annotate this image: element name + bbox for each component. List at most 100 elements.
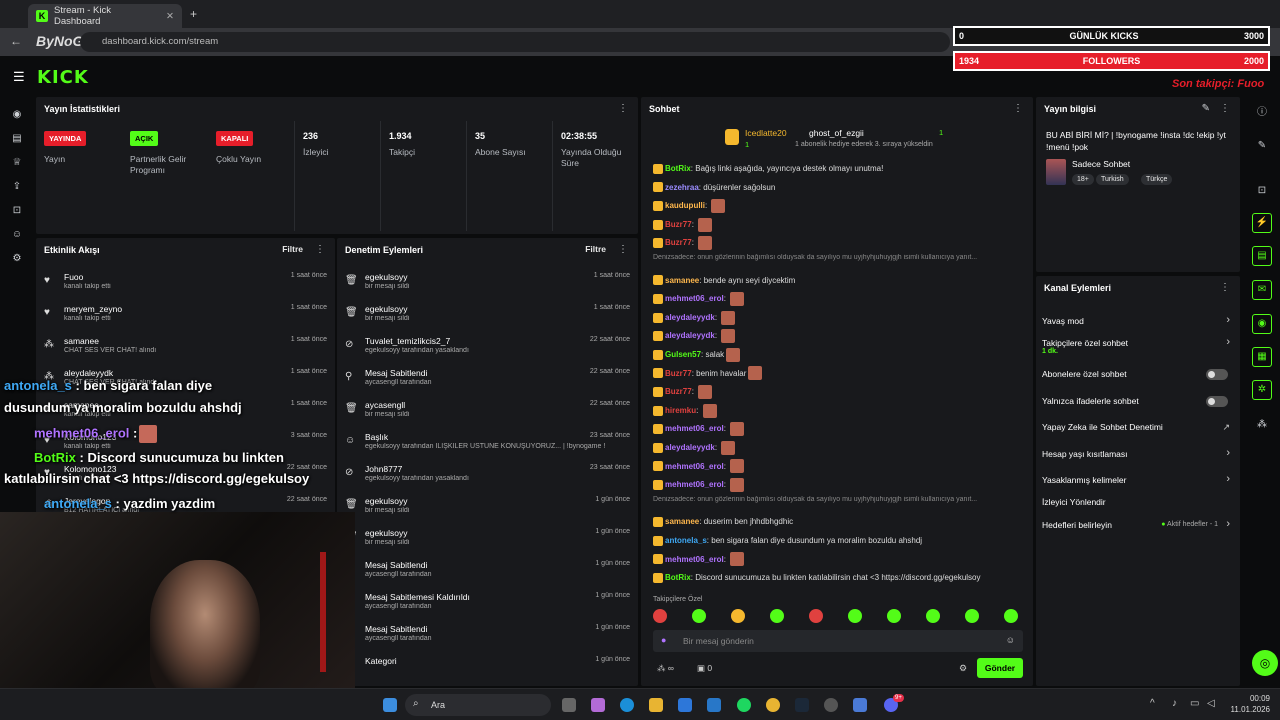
emote-icon[interactable] [848, 609, 862, 623]
app-icon[interactable] [853, 698, 867, 712]
windows-start-icon[interactable] [383, 698, 397, 712]
toggle-switch[interactable] [1206, 396, 1228, 407]
new-tab-icon[interactable]: + [190, 7, 197, 21]
chat-username[interactable]: antonela_s [665, 536, 707, 545]
tag[interactable]: Turkish [1096, 174, 1129, 185]
chat-settings-icon[interactable]: ⚙ [959, 663, 967, 674]
url-field[interactable]: dashboard.kick.com/stream [80, 32, 950, 52]
moderation-row[interactable]: 🗑 aycasengll bir mesajı sildi 22 saat ön… [337, 396, 638, 428]
clock-date[interactable]: 11.01.2026 [1226, 705, 1270, 714]
obs-icon[interactable] [824, 698, 838, 712]
chat-username[interactable]: samanee [665, 517, 699, 526]
back-icon[interactable]: ← [10, 34, 22, 48]
more-icon[interactable]: ⋮ [618, 103, 628, 114]
moderation-row[interactable]: ⚲ Mesaj Sabitlemesi Kaldırıldı aycasengl… [337, 588, 638, 620]
menu-icon[interactable]: ☰ [13, 69, 25, 85]
chat-username[interactable]: samanee [665, 276, 699, 285]
network-icon[interactable]: ▭ [1190, 698, 1199, 709]
pencil-icon[interactable]: ✎ [1255, 139, 1269, 153]
emote-icon[interactable] [653, 609, 667, 623]
moderation-row[interactable]: 🗑 egekulsoyy bir mesajı sildi 1 saat önc… [337, 300, 638, 332]
mic-icon[interactable]: ● [661, 635, 666, 645]
settings-icon[interactable]: ⚙ [10, 252, 24, 266]
chevron-right-icon[interactable]: › [1226, 336, 1230, 348]
chat-username[interactable]: Buzr77 [665, 238, 692, 247]
moderation-row[interactable]: ⚲ Mesaj Sabitlendi aycasengll tarafından… [337, 364, 638, 396]
stream-icon[interactable]: ◉ [10, 108, 24, 122]
chat-username[interactable]: Buzr77 [665, 387, 692, 396]
edge-icon[interactable] [620, 698, 634, 712]
chat-message[interactable]: mehmet06_erol: [653, 459, 745, 475]
more-icon[interactable]: ⋮ [1220, 282, 1230, 293]
explorer-icon[interactable] [649, 698, 663, 712]
chat-username[interactable]: BotRix [665, 164, 691, 173]
document-icon[interactable]: ▤ [1252, 246, 1272, 266]
chat-message[interactable]: Buzr77: [653, 235, 713, 251]
toggle-switch[interactable] [1206, 369, 1228, 380]
copilot-icon[interactable] [591, 698, 605, 712]
kick-logo[interactable]: KICK [37, 67, 89, 88]
chat-username[interactable]: mehmet06_erol [665, 480, 724, 489]
broadcast-icon[interactable]: ◉ [1252, 314, 1272, 334]
clock-time[interactable]: 00:09 [1234, 694, 1270, 703]
chat-message[interactable]: samanee: duserim ben jhhdbhgdhic [653, 514, 793, 530]
nodes-icon[interactable]: ⁂ [1255, 418, 1269, 432]
more-icon[interactable]: ⋮ [315, 244, 325, 255]
tag[interactable]: Türkçe [1141, 174, 1173, 185]
chat-message[interactable]: BotRix: Discord sunucumuza bu linkten ka… [653, 570, 981, 586]
chat-message[interactable]: samanee: bende aynı seyi diycektim [653, 273, 795, 289]
tag[interactable]: 18+ [1072, 174, 1094, 185]
chat-message[interactable]: aleydaleyydk: [653, 440, 736, 456]
chat-username[interactable]: Gulsen57 [665, 350, 701, 359]
emote-icon[interactable] [731, 609, 745, 623]
channel-action-item[interactable]: Hesap yaşı kısıtlaması [1042, 449, 1232, 459]
chat-message[interactable]: hiremku: [653, 403, 717, 419]
external-link-icon[interactable]: ↗ [1222, 422, 1230, 433]
emote-icon[interactable] [809, 609, 823, 623]
emote-icon[interactable] [887, 609, 901, 623]
volume-icon[interactable]: ◁ [1207, 698, 1215, 709]
mail-icon[interactable] [707, 698, 721, 712]
chat-username[interactable]: aleydaleyydk [665, 443, 715, 452]
chat-message[interactable]: aleydaleyydk: [653, 328, 736, 344]
chat-message[interactable]: Buzr77: benim havalar [653, 366, 763, 382]
chat-message[interactable]: kaudupulli: [653, 198, 726, 214]
emote-icon[interactable] [770, 609, 784, 623]
chat-message[interactable]: Buzr77: [653, 384, 713, 400]
moderation-row[interactable]: ⊘ John8777 egekulsoyy tarafından yasakla… [337, 460, 638, 492]
info-icon[interactable]: ⓘ [1255, 106, 1269, 120]
channel-action-item[interactable]: Yapay Zeka ile Sohbet Denetimi [1042, 422, 1232, 432]
scan-icon[interactable]: ⊡ [10, 204, 24, 218]
send-button[interactable]: Gönder [977, 658, 1023, 678]
chat-message[interactable]: mehmet06_erol: [653, 477, 745, 493]
support-icon[interactable]: ◎ [1252, 650, 1278, 676]
moderation-row[interactable]: ⚲ Mesaj Sabitlendi aycasengll tarafından… [337, 556, 638, 588]
emote-icon[interactable] [965, 609, 979, 623]
chat-message[interactable]: zezehraa: düşürenler sağolsun [653, 180, 775, 196]
task-view-icon[interactable] [562, 698, 576, 712]
tray-chevron-icon[interactable]: ^ [1150, 698, 1155, 709]
chat-username[interactable]: BotRix [665, 573, 691, 582]
chat-username[interactable]: hiremku [665, 406, 696, 415]
chat-username[interactable]: mehmet06_erol [665, 424, 724, 433]
chrome-icon[interactable] [766, 698, 780, 712]
chat-input[interactable]: ● Bir mesaj gönderin ☺ [653, 630, 1023, 652]
emote-icon[interactable] [1004, 609, 1018, 623]
expand-icon[interactable]: ⊡ [1255, 184, 1269, 198]
moderation-row[interactable]: 🗑 egekulsoyy bir mesajı sildi 1 gün önce [337, 492, 638, 524]
activity-row[interactable]: ⁂ samanee CHAT SES VER CHAT! alındı 1 sa… [36, 332, 335, 364]
channel-action-item[interactable]: Yavaş mod [1042, 316, 1232, 326]
trophy-icon[interactable]: ♕ [10, 156, 24, 170]
wrench-icon[interactable]: ✲ [1252, 380, 1272, 400]
activity-row[interactable]: ♥ meryem_zeyno kanalı takip etti 1 saat … [36, 300, 335, 332]
moderation-row[interactable]: 🗑 egekulsoyy bir mesajı sildi 1 saat önc… [337, 268, 638, 300]
users-icon[interactable]: ☺ [10, 228, 24, 242]
channel-action-item[interactable]: Yalnızca ifadelerle sohbet [1042, 396, 1232, 406]
moderation-row[interactable]: ⚲ Kategori 1 gün önce [337, 652, 638, 684]
chat-username[interactable]: aleydaleyydk [665, 313, 715, 322]
chat-username[interactable]: mehmet06_erol [665, 555, 724, 564]
chat-username[interactable]: kaudupulli [665, 201, 705, 210]
chat-username[interactable]: Buzr77 [665, 369, 692, 378]
chat-message[interactable]: mehmet06_erol: [653, 291, 745, 307]
more-icon[interactable]: ⋮ [1220, 103, 1230, 114]
